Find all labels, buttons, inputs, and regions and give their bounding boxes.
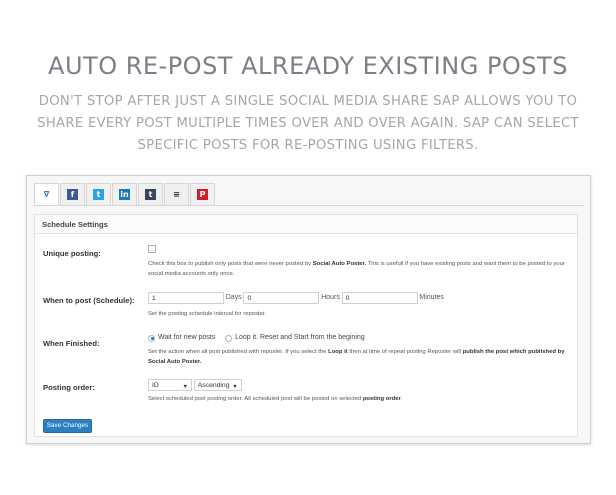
- chevron-down-icon: ▼: [182, 384, 188, 390]
- minutes-label: Minutes: [419, 294, 444, 301]
- settings-panel: ∇ f t in t ≡ P Schedule Settings Unique postin…: [26, 175, 591, 444]
- save-changes-button[interactable]: Save Changes: [43, 419, 92, 433]
- tab-bar: ∇ f t in t ≡ P: [34, 183, 216, 206]
- when-finished-field: Wait for new posts Loop it. Reset and St…: [148, 333, 568, 367]
- tumblr-icon: t: [145, 189, 156, 200]
- orderby-select[interactable]: ID ▼: [148, 379, 192, 391]
- hours-label: Hours: [321, 294, 340, 301]
- when-finished-label: When Finished:: [43, 339, 100, 348]
- order-select[interactable]: Ascending ▼: [193, 379, 242, 391]
- unique-posting-field: Check this box to publish only posts tha…: [148, 245, 568, 279]
- twitter-icon: t: [93, 189, 104, 200]
- days-label: Days: [225, 294, 242, 301]
- minutes-input[interactable]: 0: [341, 292, 418, 304]
- wpw-logo-icon: ∇: [41, 189, 52, 201]
- hero-description: DON'T STOP AFTER JUST A SINGLE SOCIAL ME…: [37, 94, 579, 153]
- tab-general[interactable]: ∇: [34, 183, 59, 206]
- linkedin-icon: in: [119, 189, 130, 200]
- when-to-post-description: Set the posting schedule interval for re…: [148, 311, 267, 317]
- days-input[interactable]: 1: [148, 292, 224, 304]
- when-finished-description: Set the action when all post published w…: [148, 348, 565, 365]
- unique-posting-label: Unique posting:: [43, 249, 101, 258]
- loop-it-radio[interactable]: [225, 334, 233, 342]
- tab-buffer[interactable]: ≡: [164, 183, 189, 205]
- tab-tumblr[interactable]: t: [138, 183, 163, 205]
- tab-pinterest[interactable]: P: [190, 183, 215, 205]
- unique-posting-checkbox[interactable]: [148, 245, 156, 253]
- when-to-post-label: When to post (Schedule):: [43, 296, 135, 305]
- posting-order-description: Select scheduled post posting order. All…: [148, 396, 403, 402]
- schedule-settings-header: Schedule Settings: [35, 215, 577, 234]
- posting-order-field: ID ▼ Ascending ▼ Select scheduled post pos…: [148, 379, 568, 404]
- tab-facebook[interactable]: f: [60, 183, 85, 205]
- tab-twitter[interactable]: t: [86, 183, 111, 205]
- unique-posting-description: Check this box to publish only posts tha…: [148, 261, 565, 277]
- wait-for-new-posts-radio[interactable]: [148, 334, 155, 342]
- schedule-settings-box: Schedule Settings Unique posting: Check …: [34, 214, 578, 437]
- posting-order-label: Posting order:: [43, 383, 95, 392]
- wait-for-new-posts-label: Wait for new posts: [158, 334, 216, 341]
- pinterest-icon: P: [197, 189, 208, 200]
- tab-linkedin[interactable]: in: [112, 183, 137, 205]
- chevron-down-icon: ▼: [232, 384, 238, 390]
- hours-input[interactable]: 0: [243, 292, 320, 304]
- when-to-post-field: 1 Days 0 Hours 0 Minutes Set the posting…: [148, 292, 568, 319]
- loop-it-label: Loop it. Reset and Start from the begini…: [235, 334, 365, 341]
- facebook-icon: f: [67, 189, 78, 200]
- buffer-icon: ≡: [171, 189, 182, 200]
- tab-divider: [33, 205, 584, 206]
- hero-title: AUTO RE-POST ALREADY EXISTING POSTS: [48, 52, 568, 80]
